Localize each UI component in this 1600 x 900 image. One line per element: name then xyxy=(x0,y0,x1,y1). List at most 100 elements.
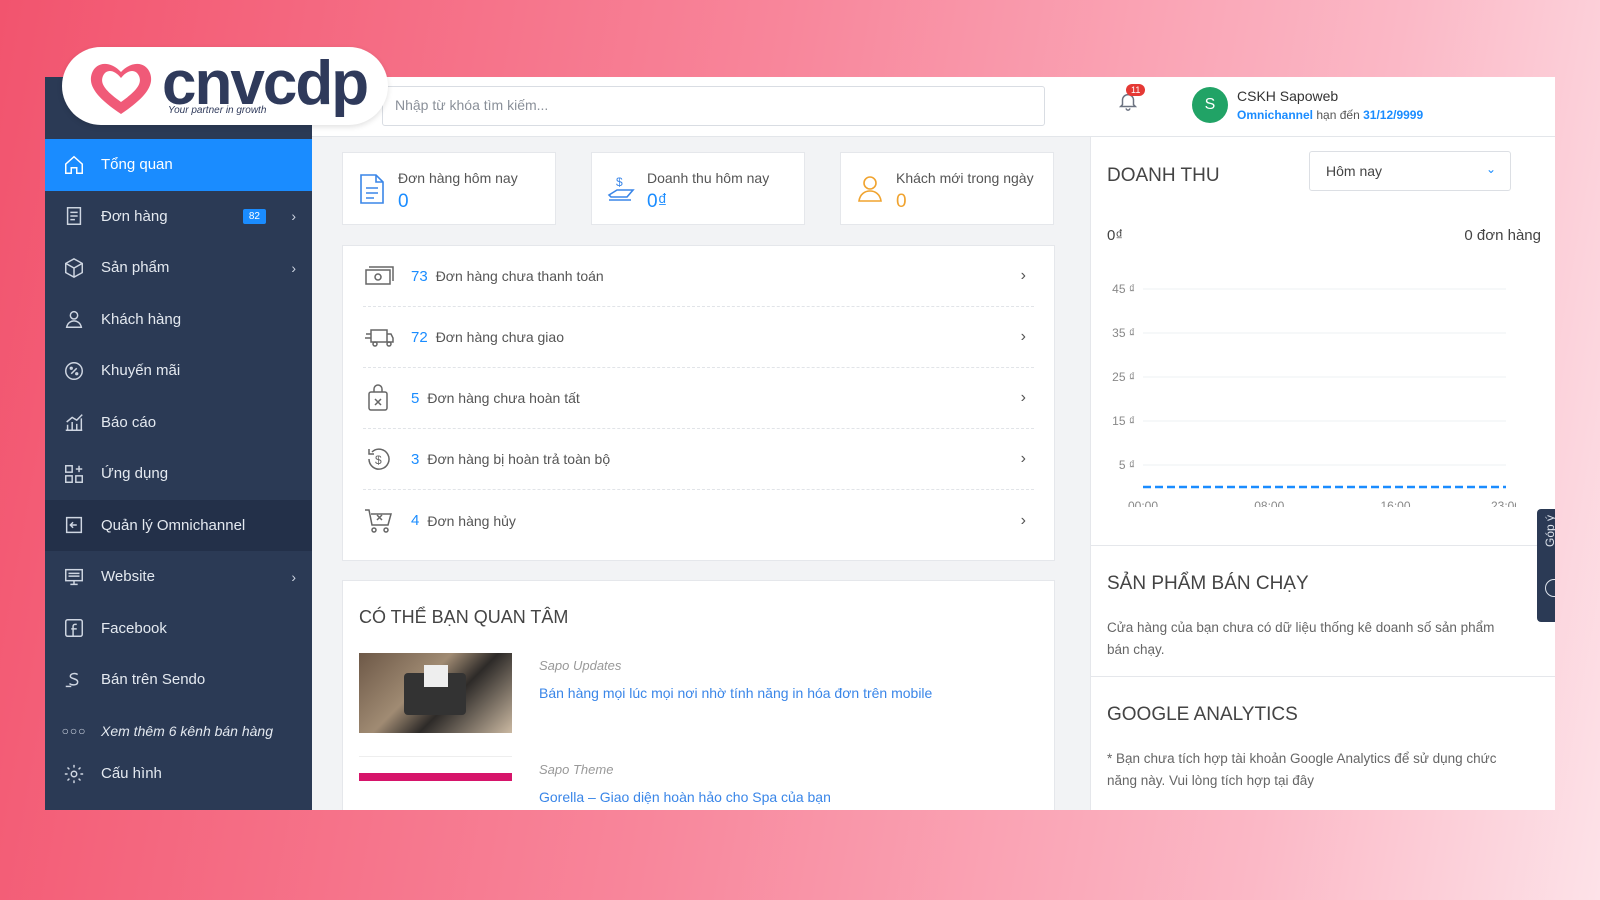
chart-y-tick-label: 5 ₫ xyxy=(1119,458,1135,472)
chevron-right-icon: › xyxy=(1020,328,1026,345)
sidebar-item-website[interactable]: Website › xyxy=(45,551,312,603)
order-count: 4 xyxy=(411,512,420,529)
chart-y-tick-label: 45 ₫ xyxy=(1112,282,1135,296)
sidebar-item-orders[interactable]: Đơn hàng 82 › xyxy=(45,191,312,243)
sidebar-item-omnichannel[interactable]: Quản lý Omnichannel xyxy=(45,499,312,551)
user-icon xyxy=(61,306,87,332)
order-icon xyxy=(61,203,87,229)
sidebar-item-label: Facebook xyxy=(101,619,167,637)
period-select[interactable]: Hôm nay ⌄ xyxy=(1309,151,1511,191)
top-bar: Nhập từ khóa tìm kiếm... 11 S CSKH Sapow… xyxy=(312,77,1555,137)
expiry-prefix: hạn đến xyxy=(1316,108,1360,122)
order-count-badge: 82 xyxy=(242,208,266,224)
sidebar-item-label: Xem thêm 6 kênh bán hàng xyxy=(101,723,274,740)
stat-label: Khách mới trong ngày xyxy=(896,170,1034,186)
article-source: Sapo Theme xyxy=(539,762,614,777)
revenue-order-count: 0 đơn hàng xyxy=(1464,227,1541,244)
sidebar-item-overview[interactable]: Tổng quan xyxy=(45,139,312,191)
stat-card-revenue-today[interactable]: $ Doanh thu hôm nay 0₫ xyxy=(591,152,805,225)
chevron-right-icon: › xyxy=(1020,450,1026,467)
article-link[interactable]: Gorella – Giao diện hoàn hảo cho Spa của… xyxy=(539,789,831,805)
stat-card-new-customers[interactable]: Khách mới trong ngày 0 xyxy=(840,152,1054,225)
order-count: 5 xyxy=(411,389,420,407)
sidebar-item-facebook[interactable]: Facebook xyxy=(45,603,312,655)
sidebar-item-apps[interactable]: Ứng dụng xyxy=(45,448,312,500)
order-count: 3 xyxy=(411,450,420,468)
right-panel: DOANH THU Hôm nay ⌄ 0₫ 0 đơn hàng 45 ₫ 35… xyxy=(1090,137,1555,810)
avatar[interactable]: S xyxy=(1192,87,1228,123)
app-window: Tổng quan Đơn hàng 82 › Sản phẩm › Khách… xyxy=(45,77,1555,810)
order-status-label: Đơn hàng hủy xyxy=(427,512,516,529)
facebook-icon xyxy=(61,615,87,641)
truck-icon xyxy=(363,322,399,352)
chart-y-tick-label: 35 ₫ xyxy=(1112,326,1135,340)
stat-card-orders-today[interactable]: Đơn hàng hôm nay 0 xyxy=(342,152,556,225)
heart-logo-icon xyxy=(90,63,152,114)
order-status-list: 73 Đơn hàng chưa thanh toán › 72 Đơn hàn… xyxy=(342,245,1055,561)
user-plan: Omnichannel hạn đến 31/12/9999 xyxy=(1237,108,1423,122)
sidebar-item-label: Báo cáo xyxy=(101,413,157,431)
chevron-down-icon: ⌄ xyxy=(1485,162,1496,176)
article-thumbnail-printer[interactable] xyxy=(359,653,512,733)
sidebar-item-sendo[interactable]: Bán trên Sendo xyxy=(45,654,312,706)
revenue-total: 0₫ xyxy=(1107,227,1124,244)
sidebar-item-label: Sản phẩm xyxy=(101,259,170,277)
order-status-label: Đơn hàng bị hoàn trả toàn bộ xyxy=(427,451,611,467)
user-name[interactable]: CSKH Sapoweb xyxy=(1237,88,1338,104)
chevron-right-icon: › xyxy=(291,259,296,276)
article-thumbnail-theme[interactable] xyxy=(359,756,512,810)
money-icon: $ xyxy=(606,173,636,207)
discount-icon xyxy=(61,358,87,384)
bag-icon xyxy=(363,383,399,413)
interest-section: CÓ THỂ BẠN QUAN TÂM Sapo Updates Bán hàn… xyxy=(342,580,1055,810)
svg-text:$: $ xyxy=(616,175,623,189)
sidebar-item-settings[interactable]: Cấu hình xyxy=(45,748,312,800)
chart-x-tick-label: 08:00 xyxy=(1254,499,1284,507)
order-status-unpaid[interactable]: 73 Đơn hàng chưa thanh toán › xyxy=(363,246,1034,307)
sidebar-item-label: Ứng dụng xyxy=(101,465,169,483)
order-count: 72 xyxy=(411,328,428,346)
stat-value: 0 xyxy=(398,191,409,212)
section-title: CÓ THỂ BẠN QUAN TÂM xyxy=(359,607,569,627)
sidebar: Tổng quan Đơn hàng 82 › Sản phẩm › Khách… xyxy=(45,77,312,810)
apps-icon xyxy=(61,461,87,487)
sidebar-item-promotions[interactable]: Khuyến mãi xyxy=(45,345,312,397)
order-status-refunded[interactable]: $ 3 Đơn hàng bị hoàn trả toàn bộ › xyxy=(363,429,1034,490)
sendo-icon xyxy=(61,667,87,693)
cart-cancel-icon xyxy=(363,506,399,536)
sidebar-nav: Tổng quan Đơn hàng 82 › Sản phẩm › Khách… xyxy=(45,139,312,757)
feedback-label: Góp ý xyxy=(1543,515,1555,547)
search-input[interactable]: Nhập từ khóa tìm kiếm... xyxy=(382,86,1045,126)
revenue-chart: 45 ₫ 35 ₫ 25 ₫ 15 ₫ 5 ₫ 00:00 08:00 16:00 23:00 xyxy=(1112,282,1516,507)
chevron-right-icon: › xyxy=(291,568,296,585)
notification-button[interactable]: 11 xyxy=(1117,84,1146,116)
order-status-cancelled[interactable]: 4 Đơn hàng hủy › xyxy=(363,490,1034,551)
order-status-label: Đơn hàng chưa giao xyxy=(435,329,564,345)
best-sellers-message: Cửa hàng của bạn chưa có dữ liệu thống k… xyxy=(1107,620,1495,657)
chart-x-tick-label: 00:00 xyxy=(1128,499,1158,507)
sidebar-item-products[interactable]: Sản phẩm › xyxy=(45,242,312,294)
chart-y-tick-label: 15 ₫ xyxy=(1112,414,1135,428)
sidebar-item-label: Tổng quan xyxy=(101,156,173,174)
logo-tagline: Your partner in growth xyxy=(168,105,267,116)
website-icon xyxy=(61,564,87,590)
brand-logo: cnvcdp Your partner in growth xyxy=(62,47,388,125)
home-icon xyxy=(61,152,87,178)
chevron-right-icon: › xyxy=(1020,267,1026,284)
sidebar-item-label: Cấu hình xyxy=(101,765,162,783)
plan-name: Omnichannel xyxy=(1237,108,1314,122)
feedback-tab[interactable]: Góp ý xyxy=(1537,509,1555,622)
sidebar-item-label: Website xyxy=(101,568,155,586)
report-icon xyxy=(61,409,87,435)
stat-value: 0 xyxy=(896,191,907,212)
best-sellers-title: SẢN PHẨM BÁN CHẠY xyxy=(1107,573,1309,594)
sidebar-item-reports[interactable]: Báo cáo xyxy=(45,397,312,449)
chevron-right-icon: › xyxy=(291,208,296,225)
article-link[interactable]: Bán hàng mọi lúc mọi nơi nhờ tính năng i… xyxy=(539,685,932,701)
sidebar-item-customers[interactable]: Khách hàng xyxy=(45,294,312,346)
play-icon xyxy=(1545,579,1555,597)
chart-x-tick-label: 23:00 xyxy=(1491,499,1516,507)
order-status-incomplete[interactable]: 5 Đơn hàng chưa hoàn tất › xyxy=(363,368,1034,429)
order-status-undelivered[interactable]: 72 Đơn hàng chưa giao › xyxy=(363,307,1034,368)
new-customer-icon xyxy=(855,173,885,207)
